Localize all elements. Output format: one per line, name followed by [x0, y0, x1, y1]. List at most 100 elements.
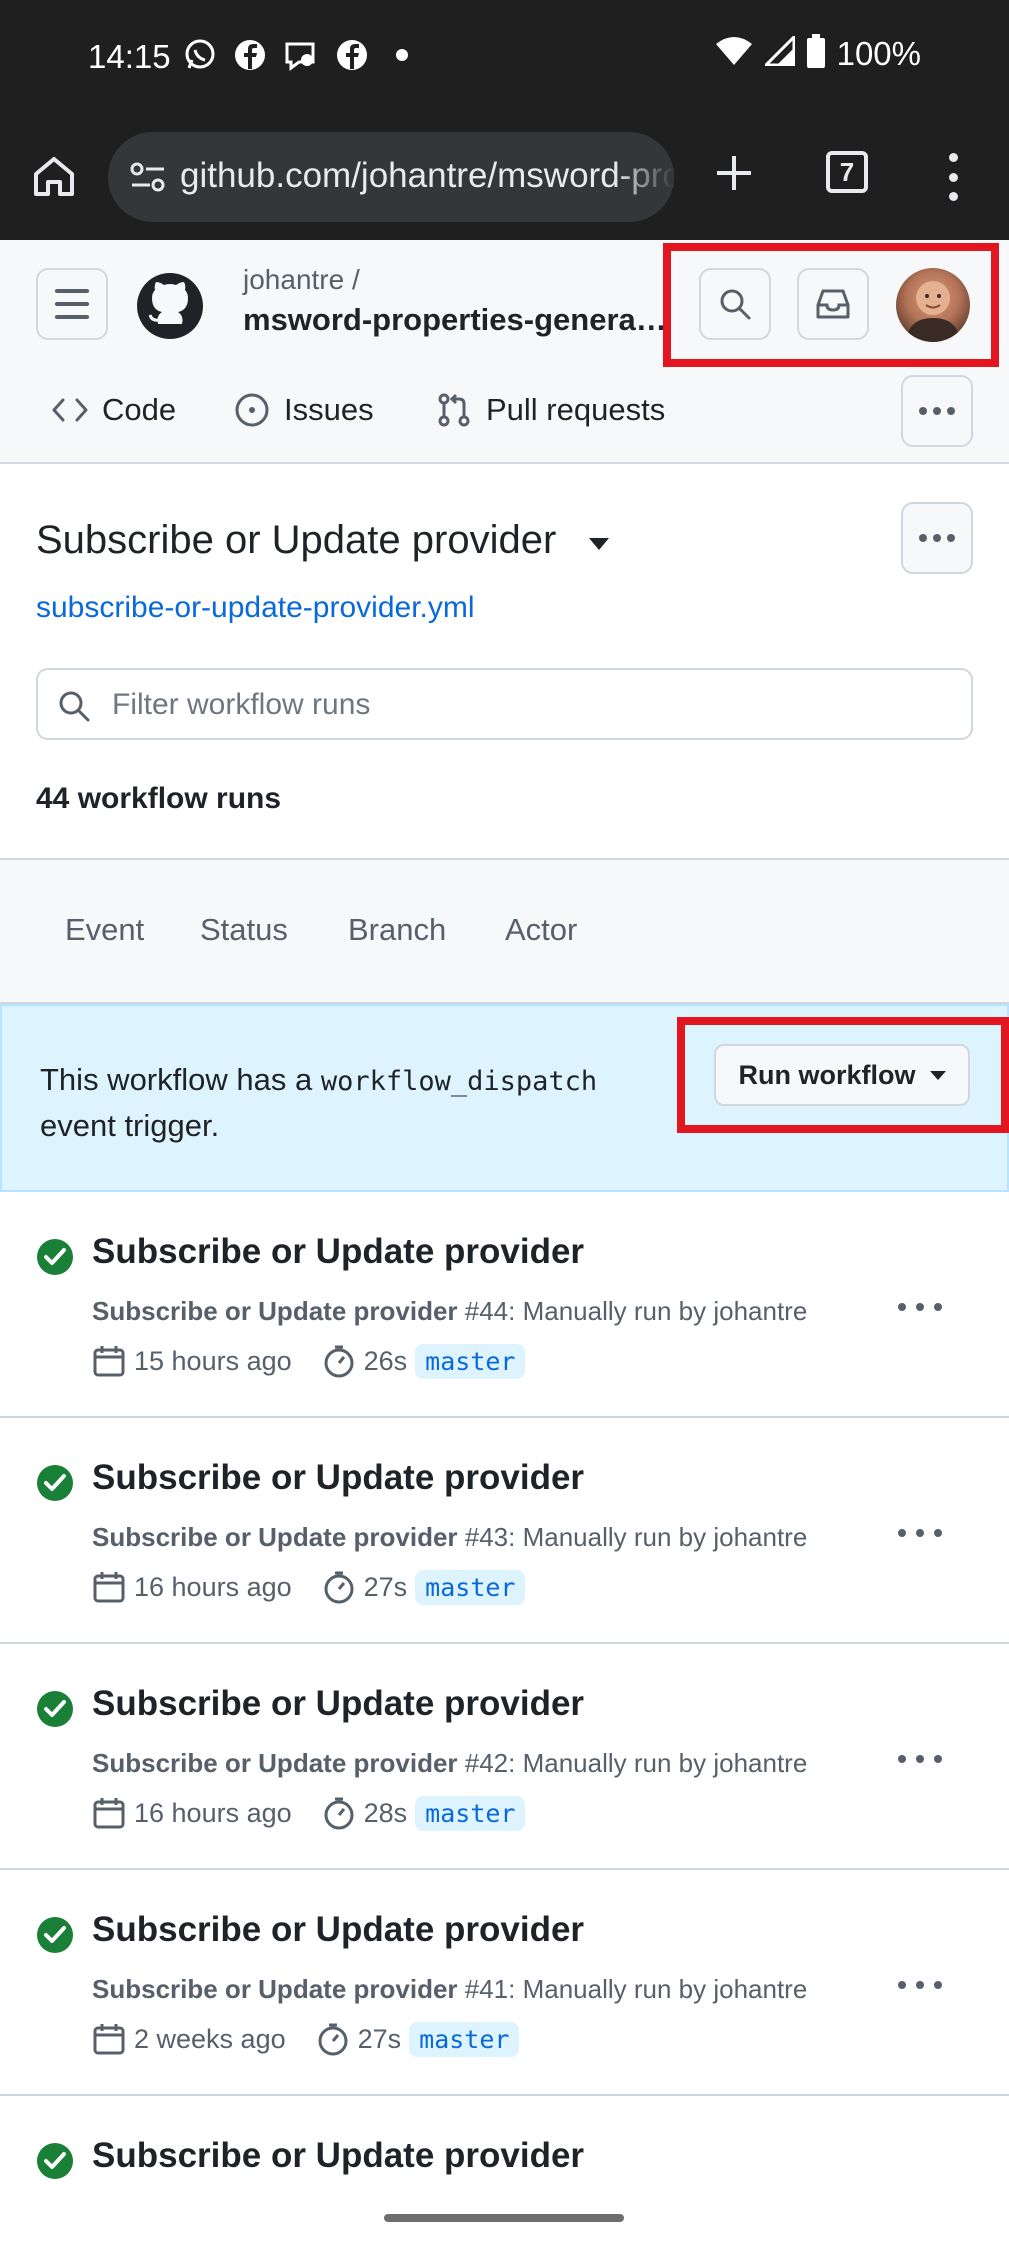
run-workflow-button[interactable]: Run workflow	[714, 1044, 970, 1106]
gesture-bar[interactable]	[384, 2214, 624, 2222]
run-meta: 15 hours ago 26s master	[92, 1340, 526, 1382]
banner-text-end: event trigger.	[40, 1108, 220, 1143]
run-title[interactable]: Subscribe or Update provider	[92, 2136, 584, 2176]
browser-toolbar: github.com/johantre/msword-properties-ge…	[0, 114, 1009, 240]
run-subtitle: Subscribe or Update provider #43: Manual…	[92, 1522, 808, 1552]
run-time: 16 hours ago	[134, 1571, 292, 1602]
check-circle-icon	[37, 1917, 73, 1953]
run-time: 2 weeks ago	[134, 2023, 286, 2054]
filter-placeholder: Filter workflow runs	[112, 688, 371, 721]
tab-issues-label: Issues	[284, 392, 374, 427]
run-subtitle: Subscribe or Update provider #41: Manual…	[92, 1974, 808, 2004]
url-text: github.com/johantre/msword-properties-ge…	[180, 156, 674, 195]
table-row[interactable]: Subscribe or Update provider Subscribe o…	[0, 1644, 1009, 1870]
pull-request-icon	[438, 393, 470, 427]
calendar-icon	[93, 1798, 125, 1829]
stopwatch-icon	[324, 1345, 354, 1378]
run-duration: 26s	[363, 1345, 408, 1376]
highlight-box	[663, 243, 999, 367]
workflow-run-list: Subscribe or Update provider Subscribe o…	[0, 1192, 1009, 2243]
browser-menu-icon[interactable]	[938, 147, 968, 207]
nav-more-button[interactable]	[901, 375, 973, 447]
run-more-button[interactable]	[898, 1975, 942, 1995]
run-subtitle: Subscribe or Update provider #42: Manual…	[92, 1748, 808, 1778]
home-icon[interactable]	[26, 148, 82, 204]
tab-code[interactable]: Code	[52, 370, 176, 450]
filter-actor-button[interactable]: Actor	[505, 912, 577, 948]
calendar-icon	[93, 1572, 125, 1603]
filter-event-button[interactable]: Event	[65, 912, 144, 948]
tab-switcher-button[interactable]: 7	[826, 151, 868, 193]
run-title[interactable]: Subscribe or Update provider	[92, 1458, 584, 1498]
branch-badge[interactable]: master	[415, 1569, 526, 1605]
check-circle-icon	[37, 1239, 73, 1275]
new-tab-icon[interactable]	[706, 145, 762, 201]
status-bar: 14:15 100%	[0, 0, 1009, 114]
branch-badge[interactable]: master	[415, 1795, 526, 1831]
filter-workflow-runs-input[interactable]: Filter workflow runs	[36, 668, 973, 740]
run-workflow-label: Run workflow	[738, 1059, 916, 1090]
battery-percentage: 100%	[836, 34, 921, 72]
tab-issues[interactable]: Issues	[234, 370, 374, 450]
workflow-title[interactable]: Subscribe or Update provider	[36, 518, 556, 563]
run-title[interactable]: Subscribe or Update provider	[92, 1684, 584, 1724]
tab-pull-requests-label: Pull requests	[486, 392, 666, 427]
banner-code: workflow_dispatch	[320, 1066, 598, 1097]
table-row[interactable]: Subscribe or Update provider Subscribe o…	[0, 1418, 1009, 1644]
repo-nav: Code Issues Pull requests	[0, 370, 1009, 450]
check-circle-icon	[37, 2143, 73, 2179]
run-more-button[interactable]	[898, 1523, 942, 1543]
banner-text: This workflow has a	[40, 1062, 321, 1097]
github-logo-icon[interactable]	[136, 272, 204, 340]
run-title[interactable]: Subscribe or Update provider	[92, 1232, 584, 1272]
status-time: 14:15	[88, 38, 171, 75]
check-circle-icon	[37, 1465, 73, 1501]
branch-badge[interactable]: master	[415, 1343, 526, 1379]
tab-pull-requests[interactable]: Pull requests	[436, 370, 665, 450]
wifi-icon	[715, 36, 753, 71]
notification-dot-icon	[384, 37, 420, 73]
messenger-icon	[282, 37, 318, 73]
chevron-down-icon	[929, 1070, 946, 1080]
facebook-icon	[232, 37, 268, 73]
run-more-button[interactable]	[898, 1297, 942, 1317]
run-filters-bar: Event Status Branch Actor	[0, 858, 1009, 1004]
hamburger-menu-button[interactable]	[36, 268, 108, 340]
search-icon	[59, 691, 90, 722]
battery-icon	[806, 34, 825, 73]
workflow-file-link[interactable]: subscribe-or-update-provider.yml	[36, 591, 475, 625]
stopwatch-icon	[324, 1571, 354, 1604]
address-bar[interactable]: github.com/johantre/msword-properties-ge…	[108, 132, 674, 222]
chevron-down-icon[interactable]	[589, 538, 609, 550]
facebook-icon	[334, 37, 370, 73]
workflow-more-button[interactable]	[901, 502, 973, 574]
run-time: 15 hours ago	[134, 1345, 292, 1376]
stopwatch-icon	[318, 2023, 348, 2056]
run-time: 16 hours ago	[134, 1797, 292, 1828]
calendar-icon	[93, 2024, 125, 2055]
run-duration: 27s	[357, 2023, 402, 2054]
run-subtitle: Subscribe or Update provider #44: Manual…	[92, 1296, 808, 1326]
issue-icon	[235, 393, 269, 427]
run-duration: 27s	[363, 1571, 408, 1602]
code-icon	[52, 398, 88, 422]
table-row[interactable]: Subscribe or Update provider Subscribe o…	[0, 1192, 1009, 1418]
repo-owner-link[interactable]: johantre /	[243, 264, 360, 296]
calendar-icon	[93, 1346, 125, 1377]
run-duration: 28s	[363, 1797, 408, 1828]
whatsapp-icon	[182, 37, 218, 73]
run-title[interactable]: Subscribe or Update provider	[92, 1910, 584, 1950]
run-meta: 2 weeks ago 27s master	[92, 2018, 520, 2060]
site-settings-icon[interactable]	[128, 157, 168, 197]
check-circle-icon	[37, 1691, 73, 1727]
repo-name-link[interactable]: msword-properties-genera…	[243, 302, 667, 338]
filter-branch-button[interactable]: Branch	[348, 912, 446, 948]
stopwatch-icon	[324, 1797, 354, 1830]
signal-icon	[761, 33, 796, 71]
run-meta: 16 hours ago 28s master	[92, 1792, 526, 1834]
run-meta: 16 hours ago 27s master	[92, 1566, 526, 1608]
run-more-button[interactable]	[898, 1749, 942, 1769]
table-row[interactable]: Subscribe or Update provider Subscribe o…	[0, 1870, 1009, 2096]
branch-badge[interactable]: master	[409, 2021, 520, 2057]
filter-status-button[interactable]: Status	[200, 912, 288, 948]
